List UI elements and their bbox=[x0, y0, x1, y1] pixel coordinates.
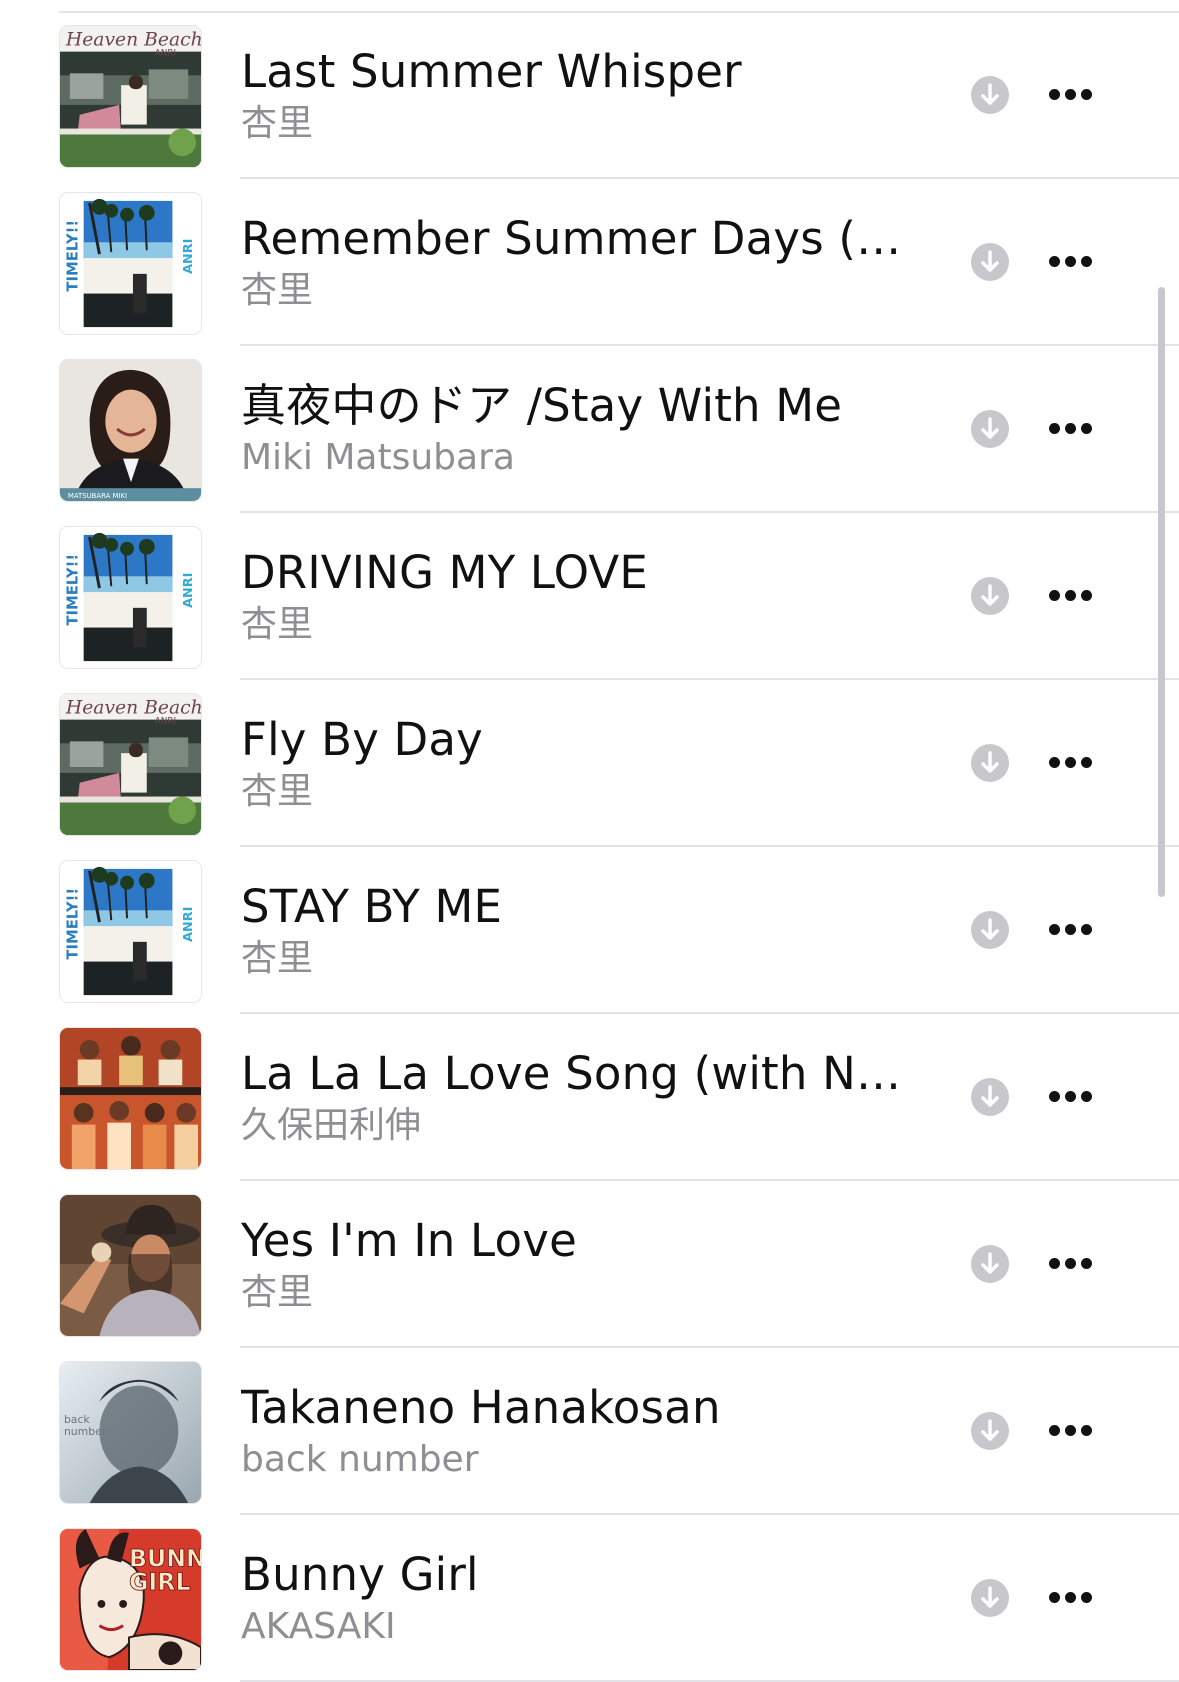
svg-text:ANRI: ANRI bbox=[181, 239, 196, 274]
timely-art: TIMELY!! ANRI bbox=[60, 193, 201, 334]
back-number-art: back number bbox=[60, 1362, 201, 1503]
song-row[interactable]: TIMELY!! ANRI DRIVING MY LOVE 杏里 bbox=[0, 513, 1179, 680]
song-artist: Miki Matsubara bbox=[241, 437, 515, 478]
ellipsis-horizontal-icon[interactable] bbox=[1045, 241, 1095, 281]
heaven-beach-art: Heaven Beach ANRI bbox=[60, 694, 201, 835]
song-row[interactable]: TIMELY!! ANRI Remember Summer Days (Bo..… bbox=[0, 179, 1179, 346]
song-row[interactable]: BUNNY GIRL Bunny Girl AKASAKI bbox=[0, 1515, 1179, 1682]
svg-text:number: number bbox=[64, 1425, 107, 1438]
download-arrow-circle-icon[interactable] bbox=[971, 1412, 1009, 1450]
album-artwork: Heaven Beach ANRI bbox=[59, 693, 202, 836]
miki-portrait-art: MATSUBARA MIKI bbox=[60, 360, 201, 501]
song-artist: 杏里 bbox=[241, 270, 314, 311]
song-row[interactable]: back number Takaneno Hanakosan back numb… bbox=[0, 1348, 1179, 1515]
album-artwork: back number bbox=[59, 1361, 202, 1504]
download-arrow-circle-icon[interactable] bbox=[971, 76, 1009, 114]
album-artwork bbox=[59, 1027, 202, 1170]
song-title: Bunny Girl bbox=[241, 1548, 479, 1601]
ellipsis-horizontal-icon[interactable] bbox=[1045, 1577, 1095, 1617]
song-row[interactable]: Yes I'm In Love 杏里 bbox=[0, 1181, 1179, 1348]
song-artist: 杏里 bbox=[241, 771, 314, 812]
artwork-script: Heaven Beach bbox=[65, 698, 201, 719]
artwork-script: Heaven Beach bbox=[65, 30, 201, 51]
svg-text:GIRL: GIRL bbox=[129, 1568, 191, 1596]
svg-text:TIMELY!!: TIMELY!! bbox=[65, 888, 82, 960]
download-arrow-circle-icon[interactable] bbox=[971, 410, 1009, 448]
svg-text:TIMELY!!: TIMELY!! bbox=[65, 220, 82, 292]
song-artist: 久保田利伸 bbox=[241, 1105, 422, 1146]
heaven-beach-art: Heaven Beach ANRI bbox=[60, 26, 201, 167]
download-arrow-circle-icon[interactable] bbox=[971, 1245, 1009, 1283]
album-artwork: Heaven Beach ANRI bbox=[59, 25, 202, 168]
ellipsis-horizontal-icon[interactable] bbox=[1045, 1243, 1095, 1283]
download-arrow-circle-icon[interactable] bbox=[971, 1579, 1009, 1617]
song-artist: 杏里 bbox=[241, 938, 314, 979]
ellipsis-horizontal-icon[interactable] bbox=[1045, 742, 1095, 782]
download-arrow-circle-icon[interactable] bbox=[971, 243, 1009, 281]
song-row[interactable]: MATSUBARA MIKI 真夜中のドア /Stay With Me Miki… bbox=[0, 346, 1179, 513]
song-artist: back number bbox=[241, 1439, 479, 1480]
song-row[interactable]: TIMELY!! ANRI STAY BY ME 杏里 bbox=[0, 847, 1179, 1014]
song-title: 真夜中のドア /Stay With Me bbox=[241, 379, 843, 432]
ellipsis-horizontal-icon[interactable] bbox=[1045, 575, 1095, 615]
song-artist: 杏里 bbox=[241, 1272, 314, 1313]
download-arrow-circle-icon[interactable] bbox=[971, 1078, 1009, 1116]
kubota-group-art bbox=[60, 1028, 201, 1169]
song-row[interactable]: La La La Love Song (with NA... 久保田利伸 bbox=[0, 1014, 1179, 1181]
song-list: Heaven Beach ANRI Last Summer Whisper 杏里… bbox=[0, 12, 1179, 1682]
ellipsis-horizontal-icon[interactable] bbox=[1045, 909, 1095, 949]
song-title: Yes I'm In Love bbox=[241, 1214, 577, 1267]
song-artist: AKASAKI bbox=[241, 1606, 396, 1647]
album-artwork: MATSUBARA MIKI bbox=[59, 359, 202, 502]
svg-text:TIMELY!!: TIMELY!! bbox=[65, 554, 82, 626]
timely-art: TIMELY!! ANRI bbox=[60, 527, 201, 668]
album-artwork: TIMELY!! ANRI bbox=[59, 526, 202, 669]
ellipsis-horizontal-icon[interactable] bbox=[1045, 74, 1095, 114]
svg-text:ANRI: ANRI bbox=[181, 573, 196, 608]
download-arrow-circle-icon[interactable] bbox=[971, 577, 1009, 615]
song-row[interactable]: Heaven Beach ANRI Last Summer Whisper 杏里 bbox=[0, 12, 1179, 179]
song-title: STAY BY ME bbox=[241, 880, 503, 933]
ellipsis-horizontal-icon[interactable] bbox=[1045, 408, 1095, 448]
ellipsis-horizontal-icon[interactable] bbox=[1045, 1076, 1095, 1116]
song-artist: 杏里 bbox=[241, 604, 314, 645]
scrollbar[interactable] bbox=[1158, 287, 1165, 897]
song-artist: 杏里 bbox=[241, 103, 314, 144]
svg-text:ANRI: ANRI bbox=[155, 49, 176, 59]
song-title: Fly By Day bbox=[241, 713, 483, 766]
album-artwork: TIMELY!! ANRI bbox=[59, 192, 202, 335]
song-title: Last Summer Whisper bbox=[241, 45, 742, 98]
song-row[interactable]: Heaven Beach ANRI Fly By Day 杏里 bbox=[0, 680, 1179, 847]
timely-art: TIMELY!! ANRI bbox=[60, 861, 201, 1002]
svg-text:MATSUBARA MIKI: MATSUBARA MIKI bbox=[68, 492, 127, 500]
download-arrow-circle-icon[interactable] bbox=[971, 911, 1009, 949]
album-artwork: TIMELY!! ANRI bbox=[59, 860, 202, 1003]
album-artwork bbox=[59, 1194, 202, 1337]
album-artwork: BUNNY GIRL bbox=[59, 1528, 202, 1671]
song-title: La La La Love Song (with NA... bbox=[241, 1047, 921, 1100]
svg-text:ANRI: ANRI bbox=[155, 717, 176, 727]
download-arrow-circle-icon[interactable] bbox=[971, 744, 1009, 782]
ellipsis-horizontal-icon[interactable] bbox=[1045, 1410, 1095, 1450]
song-title: Remember Summer Days (Bo... bbox=[241, 212, 921, 265]
hat-portrait-art bbox=[60, 1195, 201, 1336]
svg-text:ANRI: ANRI bbox=[181, 907, 196, 942]
song-title: DRIVING MY LOVE bbox=[241, 546, 649, 599]
song-title: Takaneno Hanakosan bbox=[241, 1381, 721, 1434]
bunny-girl-art: BUNNY GIRL bbox=[60, 1529, 201, 1670]
